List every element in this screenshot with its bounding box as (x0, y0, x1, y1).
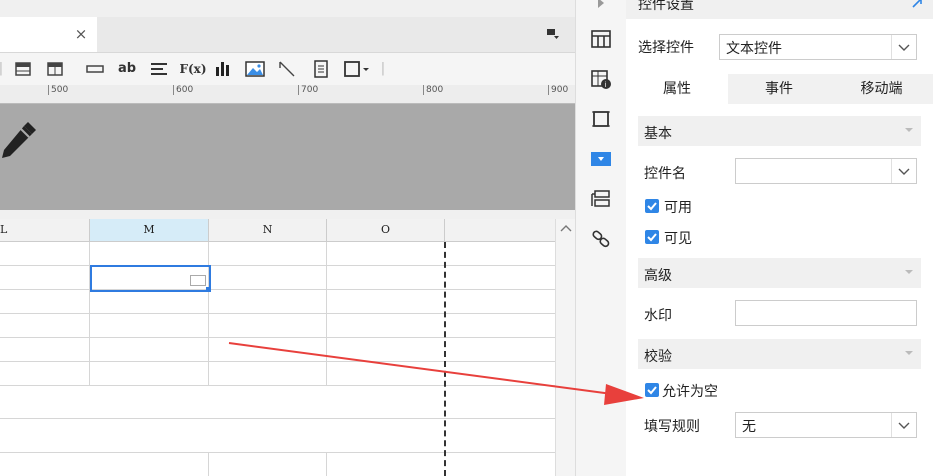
control-name-label: 控件名 (644, 166, 686, 182)
visible-checkbox[interactable] (645, 230, 659, 244)
select-control-value: 文本控件 (726, 41, 782, 57)
grid-line (0, 265, 555, 266)
grid-line (326, 452, 327, 476)
property-tabs: 属性 事件 移动端 (626, 74, 933, 104)
column-header-selected[interactable]: M (90, 219, 209, 241)
control-name-combobox[interactable] (735, 158, 917, 184)
grid-line (0, 361, 555, 362)
collapse-arrow-icon[interactable] (903, 266, 915, 278)
text-button[interactable]: ab (114, 59, 140, 79)
ruler-label: 900 (548, 85, 568, 95)
ruler-label: 500 (48, 85, 68, 95)
panel-header: 控件设置 (626, 0, 933, 19)
svg-text:i: i (604, 81, 606, 89)
bar-chart-icon[interactable] (212, 59, 234, 79)
spreadsheet-grid[interactable] (0, 242, 555, 476)
section-advanced-title: 高级 (644, 268, 672, 284)
vertical-scrollbar[interactable] (555, 219, 576, 476)
condition-icon[interactable] (590, 188, 612, 210)
tab-close-button[interactable]: × (74, 24, 88, 44)
column-header[interactable]: L (0, 219, 90, 241)
grid-line (208, 242, 209, 385)
tab-mobile[interactable]: 移动端 (830, 74, 933, 104)
document-icon[interactable] (310, 59, 332, 79)
border-dropdown-icon[interactable] (342, 59, 372, 79)
frame-icon[interactable] (590, 108, 612, 130)
fill-rule-label: 填写规则 (644, 419, 700, 435)
section-basic-title: 基本 (644, 126, 672, 142)
text-control-marker (190, 275, 206, 286)
toolbar: | ab F(x) | (0, 53, 575, 86)
grid-line (0, 385, 555, 386)
allow-empty-checkbox[interactable] (645, 383, 659, 397)
allow-empty-label: 允许为空 (662, 384, 718, 400)
column-header[interactable]: O (327, 219, 445, 241)
grid-line (0, 289, 555, 290)
side-icon-strip: i (575, 0, 627, 476)
report-header-area[interactable] (0, 104, 575, 210)
page-break-line (444, 242, 446, 476)
watermark-input[interactable] (735, 300, 917, 326)
fill-rule-value: 无 (742, 419, 756, 435)
top-bar (0, 0, 575, 17)
grid-line (208, 452, 209, 476)
control-settings-icon[interactable] (590, 148, 612, 170)
horizontal-ruler: 500 600 700 800 900 (0, 85, 575, 104)
cell-property-icon[interactable]: i (590, 68, 612, 90)
tab-properties[interactable]: 属性 (626, 74, 728, 104)
control-settings-panel: 控件设置 选择控件 文本控件 属性 事件 移动端 基本 控件名 可用 可见 高级 (626, 0, 933, 476)
pencil-icon (0, 122, 36, 166)
collapse-icon[interactable] (590, 0, 612, 16)
column-header-row: L M N O (0, 219, 555, 242)
enabled-checkbox[interactable] (645, 199, 659, 213)
select-control-label: 选择控件 (638, 40, 694, 56)
ruler-label: 600 (173, 85, 193, 95)
link-icon[interactable] (590, 228, 612, 250)
section-basic[interactable]: 基本 (638, 116, 921, 146)
fill-handle[interactable] (206, 287, 211, 292)
visible-label: 可见 (664, 231, 692, 247)
slash-icon[interactable] (276, 59, 298, 79)
panel-title: 控件设置 (638, 0, 694, 13)
grid-line (89, 242, 90, 385)
section-advanced[interactable]: 高级 (638, 258, 921, 288)
chevron-down-icon[interactable] (891, 35, 916, 59)
column-icon[interactable] (44, 59, 66, 79)
ruler-label: 700 (298, 85, 318, 95)
table-layout-icon[interactable] (590, 28, 612, 50)
chevron-down-icon[interactable] (891, 413, 916, 437)
ruler-label: 800 (423, 85, 443, 95)
grid-line (0, 418, 555, 419)
toolbar-divider: | (380, 61, 386, 76)
scroll-up-icon[interactable] (559, 223, 573, 233)
tab-menu-icon[interactable] (546, 27, 560, 41)
collapse-arrow-icon[interactable] (903, 124, 915, 136)
grid-line (0, 313, 555, 314)
textfield-icon[interactable] (84, 59, 106, 79)
fill-rule-dropdown[interactable]: 无 (735, 412, 917, 438)
image-icon[interactable] (244, 59, 266, 79)
section-validation-title: 校验 (644, 349, 672, 365)
expand-icon[interactable] (910, 0, 924, 10)
separator-band (0, 210, 575, 219)
watermark-label: 水印 (644, 308, 672, 324)
formula-button[interactable]: F(x) (178, 59, 208, 79)
enabled-label: 可用 (664, 200, 692, 216)
collapse-arrow-icon[interactable] (903, 347, 915, 359)
grid-line (0, 337, 555, 338)
grid-line (0, 452, 555, 453)
column-header[interactable]: N (209, 219, 327, 241)
toolbar-divider: | (0, 61, 4, 76)
select-control-dropdown[interactable]: 文本控件 (719, 34, 917, 60)
section-validation[interactable]: 校验 (638, 339, 921, 369)
tab-events[interactable]: 事件 (728, 74, 830, 104)
grid-line (326, 242, 327, 385)
align-text-icon[interactable] (148, 59, 170, 79)
chevron-down-icon[interactable] (891, 159, 916, 183)
row-icon[interactable] (12, 59, 34, 79)
